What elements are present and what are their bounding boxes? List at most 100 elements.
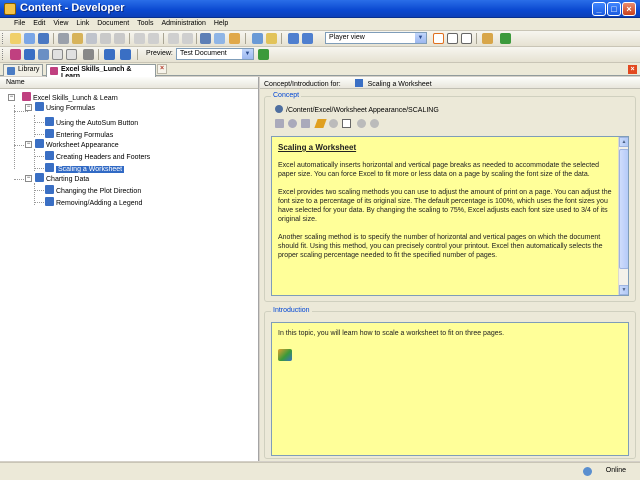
secondary-toolbar: Preview: Test Document ▼ [0, 47, 640, 63]
copy-icon[interactable] [72, 33, 83, 44]
collapse-toggle[interactable]: − [25, 175, 32, 182]
menu-edit[interactable]: Edit [29, 18, 49, 30]
topic-icon [45, 197, 54, 206]
tree-topic[interactable]: Using the AutoSum Button [45, 117, 138, 127]
tree-section-charting-data[interactable]: Charting Data [35, 173, 89, 183]
package-icon[interactable] [301, 119, 310, 128]
tree-topic-selected[interactable]: Scaling a Worksheet [45, 163, 125, 173]
go-icon[interactable] [258, 49, 269, 60]
menu-view[interactable]: View [49, 18, 72, 30]
layout-split-horizontal-icon[interactable] [447, 33, 458, 44]
close-button[interactable]: × [622, 2, 636, 16]
spellcheck-icon[interactable] [214, 33, 225, 44]
open-icon[interactable] [24, 33, 35, 44]
move-up-icon[interactable] [104, 49, 115, 60]
tree-topic[interactable]: Entering Formulas [45, 129, 113, 139]
paste-icon[interactable] [86, 33, 97, 44]
introduction-editor[interactable]: In this topic, you will learn how to sca… [271, 322, 629, 456]
concept-scrollbar[interactable]: ▲ ▼ [618, 137, 628, 295]
scroll-up-button[interactable]: ▲ [619, 137, 628, 147]
scroll-down-button[interactable]: ▼ [619, 285, 628, 295]
folder-icon[interactable] [266, 33, 277, 44]
menu-link[interactable]: Link [72, 18, 93, 30]
add-icon[interactable] [357, 119, 366, 128]
section-icon[interactable] [38, 49, 49, 60]
tree-topic[interactable]: Creating Headers and Footers [45, 151, 150, 161]
content-pane: Concept/Introduction for: Scaling a Work… [260, 77, 640, 461]
find-icon[interactable] [200, 33, 211, 44]
tab-library[interactable]: Library [3, 64, 43, 76]
collapse-toggle[interactable]: − [25, 104, 32, 111]
menu-file[interactable]: File [10, 18, 29, 30]
cut-icon[interactable] [58, 33, 69, 44]
menu-document[interactable]: Document [93, 18, 133, 30]
panel-close-button[interactable]: × [628, 65, 637, 74]
topic-icon [45, 151, 54, 160]
question-icon[interactable] [66, 49, 77, 60]
publish-icon[interactable] [252, 33, 263, 44]
settings-icon[interactable] [329, 119, 338, 128]
minimize-button[interactable]: _ [592, 2, 606, 16]
toolbar-grip[interactable] [2, 49, 5, 60]
more-options-icon[interactable] [83, 49, 94, 60]
name-column-header[interactable]: Name [0, 77, 258, 89]
preview-dropdown[interactable]: Test Document ▼ [176, 48, 254, 60]
save-icon[interactable] [38, 33, 49, 44]
redo-icon[interactable] [148, 33, 159, 44]
title-bar[interactable]: Content - Developer _ □ × [0, 0, 640, 18]
main-toolbar: Player view ▼ [0, 31, 640, 47]
concept-editor[interactable]: Scaling a Worksheet Excel automatically … [271, 136, 629, 296]
globe-icon[interactable] [288, 119, 297, 128]
menu-help[interactable]: Help [210, 18, 232, 30]
menu-bar: File Edit View Link Document Tools Admin… [0, 18, 640, 31]
preview-icon[interactable] [342, 119, 351, 128]
collapse-toggle[interactable]: − [25, 141, 32, 148]
tab-bar: Library Excel Skills_Lunch & Learn × × [0, 63, 640, 80]
properties-icon[interactable] [114, 33, 125, 44]
tree-section-using-formulas[interactable]: Using Formulas [35, 102, 95, 112]
tree-section-worksheet-appearance[interactable]: Worksheet Appearance [35, 139, 119, 149]
new-icon[interactable] [10, 33, 21, 44]
menu-administration[interactable]: Administration [157, 18, 209, 30]
delete-icon[interactable] [100, 33, 111, 44]
speaker-icon [275, 105, 283, 113]
collapse-toggle[interactable]: − [8, 94, 15, 101]
chevron-down-icon: ▼ [242, 49, 253, 59]
link-icon[interactable] [275, 119, 284, 128]
edit-pencil-icon[interactable] [314, 119, 327, 128]
introduction-text: In this topic, you will learn how to sca… [278, 330, 505, 337]
unlink-icon[interactable] [182, 33, 193, 44]
maximize-button[interactable]: □ [607, 2, 621, 16]
remove-icon[interactable] [370, 119, 379, 128]
concept-heading: Scaling a Worksheet [278, 143, 357, 152]
view-dropdown-value: Player view [329, 34, 365, 41]
tab-excel-skills[interactable]: Excel Skills_Lunch & Learn [46, 64, 156, 80]
introduction-group: Introduction In this topic, you will lea… [264, 307, 636, 459]
tree-root[interactable]: Excel Skills_Lunch & Learn [22, 92, 118, 102]
document-icon[interactable] [482, 33, 493, 44]
layout-single-icon[interactable] [433, 33, 444, 44]
move-down-icon[interactable] [120, 49, 131, 60]
book-icon[interactable] [10, 49, 21, 60]
topic-icon[interactable] [52, 49, 63, 60]
module-icon[interactable] [24, 49, 35, 60]
status-bar: Online [0, 462, 640, 480]
view-dropdown[interactable]: Player view ▼ [325, 32, 427, 44]
help-icon[interactable] [229, 33, 240, 44]
undo-icon[interactable] [134, 33, 145, 44]
refresh-icon[interactable] [500, 33, 511, 44]
connection-icon [583, 467, 592, 476]
tree-topic[interactable]: Removing/Adding a Legend [45, 197, 142, 207]
preview-label: Preview: [146, 50, 173, 57]
menu-tools[interactable]: Tools [133, 18, 157, 30]
toolbar-grip[interactable] [2, 33, 5, 44]
tree-topic[interactable]: Changing the Plot Direction [45, 185, 141, 195]
record-icon[interactable] [288, 33, 299, 44]
layout-split-vertical-icon[interactable] [461, 33, 472, 44]
tab-close-button[interactable]: × [157, 64, 167, 74]
topic-icon [45, 163, 54, 172]
topic-icon [45, 117, 54, 126]
scroll-thumb[interactable] [619, 149, 628, 269]
link-icon[interactable] [168, 33, 179, 44]
sound-icon[interactable] [302, 33, 313, 44]
